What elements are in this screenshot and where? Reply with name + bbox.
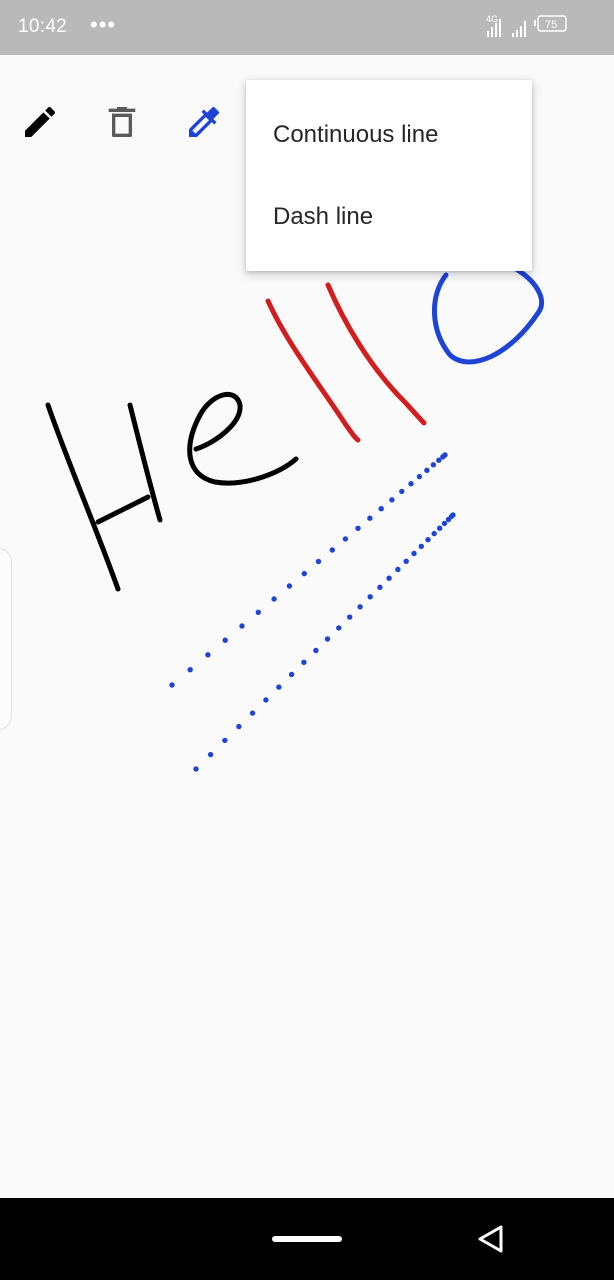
drawn-dot [207,751,214,758]
drawn-dot [424,467,430,473]
battery-icon: 75 [534,15,567,32]
drawn-dot [367,594,373,600]
drawn-dot [271,596,277,602]
drawing-app-screen: 10:42 ••• 4G 75 Continuous line Dash lin… [0,0,614,1280]
drawn-dot [313,647,319,654]
drawn-dot [288,671,295,678]
navigation-bar [0,1198,614,1280]
drawn-dot [255,609,261,615]
home-pill-icon[interactable] [272,1236,342,1242]
pencil-icon[interactable] [20,102,60,142]
status-dots: ••• [90,12,117,37]
drawn-dot [187,667,193,673]
edge-panel-handle[interactable] [0,548,12,730]
drawn-dot [367,515,373,521]
drawn-dot [386,575,392,581]
drawn-dot [442,452,448,458]
drawn-dot [342,536,349,542]
drawn-dot [236,723,242,730]
signal-2-icon [512,21,526,37]
drawn-dot [441,520,448,527]
drawn-dot [411,550,417,557]
drawn-dot [315,558,322,565]
drawn-dot [301,570,307,577]
drawn-dot [408,481,414,487]
drawn-dot [329,547,335,553]
stroke-letter-e [187,392,299,486]
dotted-line-lower [193,512,456,772]
drawn-dot [357,604,363,610]
drawn-dot [169,682,175,688]
drawn-dot [286,583,293,589]
drawn-dot [239,623,245,629]
drawn-dot [389,497,395,503]
drawn-dot [347,614,353,620]
stroke-blue-circle [432,266,545,365]
eyedropper-icon[interactable] [184,102,224,142]
menu-item-dash-line[interactable]: Dash line [246,187,532,247]
status-icons: 4G 75 [486,14,567,37]
drawn-dot [437,525,443,531]
menu-item-continuous-line[interactable]: Continuous line [246,105,532,165]
trash-icon[interactable] [102,102,142,142]
drawn-dot [249,710,256,716]
drawn-dot [276,684,282,690]
drawn-dot [336,625,342,631]
drawn-dot [450,512,456,518]
drawn-dot [431,530,437,537]
drawn-dot [399,488,405,495]
drawn-dot [263,697,269,703]
drawn-dot [395,566,401,573]
drawn-dot [324,636,331,642]
back-triangle-icon[interactable] [474,1222,508,1256]
drawn-dot [416,473,423,480]
status-time: 10:42 [18,16,68,37]
drawn-dot [193,766,199,772]
drawn-dot [205,652,211,658]
drawn-dot [425,537,431,543]
drawn-dot [222,637,228,643]
drawn-dot [430,462,437,468]
battery-level: 75 [545,19,557,31]
drawn-dot [418,543,424,549]
drawn-dot [301,659,307,665]
status-bar: 10:42 ••• 4G 75 [0,0,614,55]
network-type-label: 4G [486,14,498,24]
drawn-dot [403,558,409,564]
stroke-dotted-lines [169,452,456,772]
stroke-red-lines [265,282,427,443]
drawn-dot [378,506,384,512]
drawn-dot [355,525,361,531]
dotted-line-upper [169,452,448,688]
drawn-dot [222,737,228,744]
drawn-dot [377,584,383,590]
stroke-letter-h [45,402,163,592]
line-style-menu: Continuous line Dash line [246,80,532,271]
